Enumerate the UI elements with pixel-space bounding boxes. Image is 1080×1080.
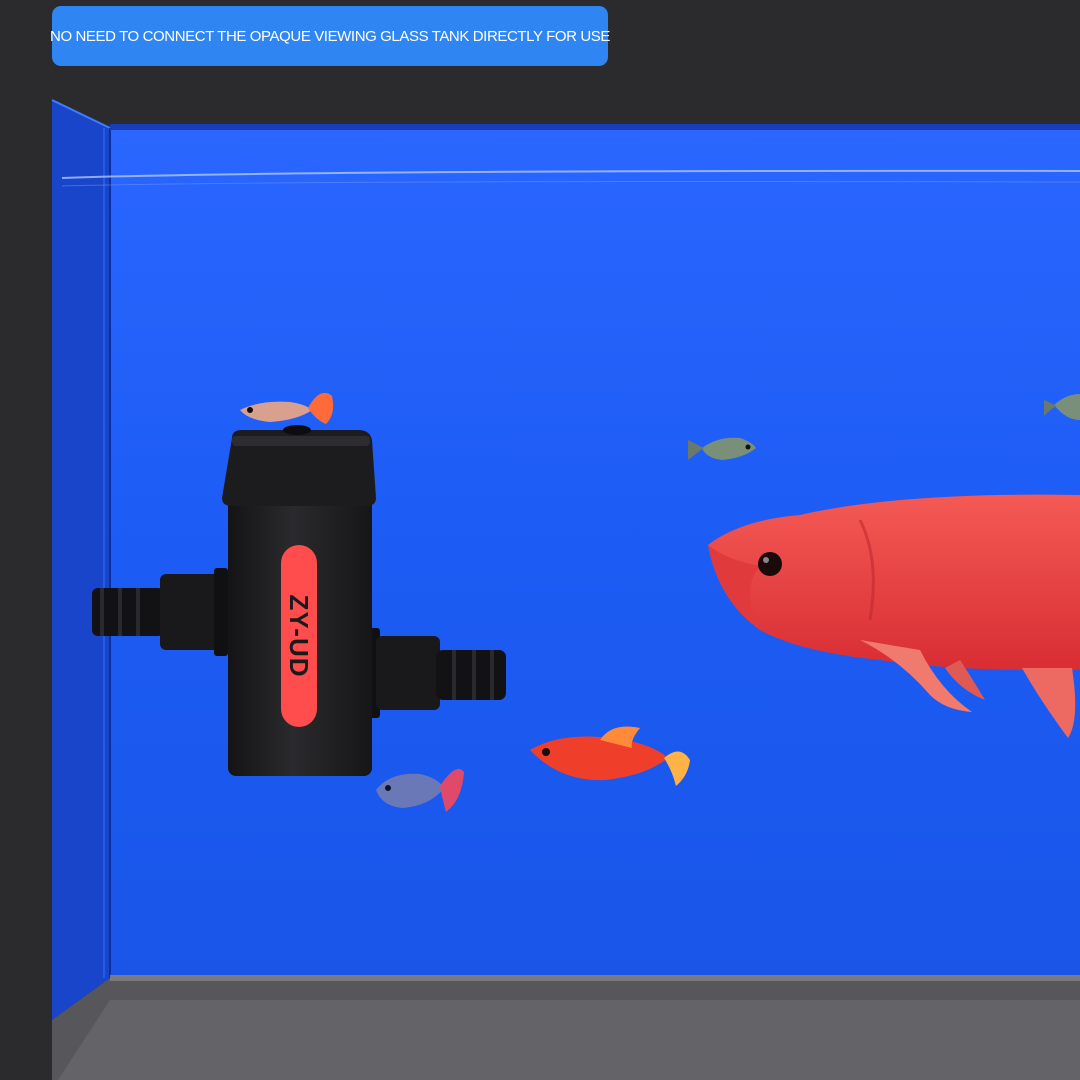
top-rim	[110, 124, 1080, 130]
banner-text: NO NEED TO CONNECT THE OPAQUE VIEWING GL…	[50, 27, 610, 45]
info-banner: NO NEED TO CONNECT THE OPAQUE VIEWING GL…	[50, 6, 610, 66]
device-label-text: ZY-UD	[284, 595, 314, 678]
aquarium-scene: ZY-UD	[0, 0, 1080, 1080]
side-glass	[52, 100, 110, 1020]
